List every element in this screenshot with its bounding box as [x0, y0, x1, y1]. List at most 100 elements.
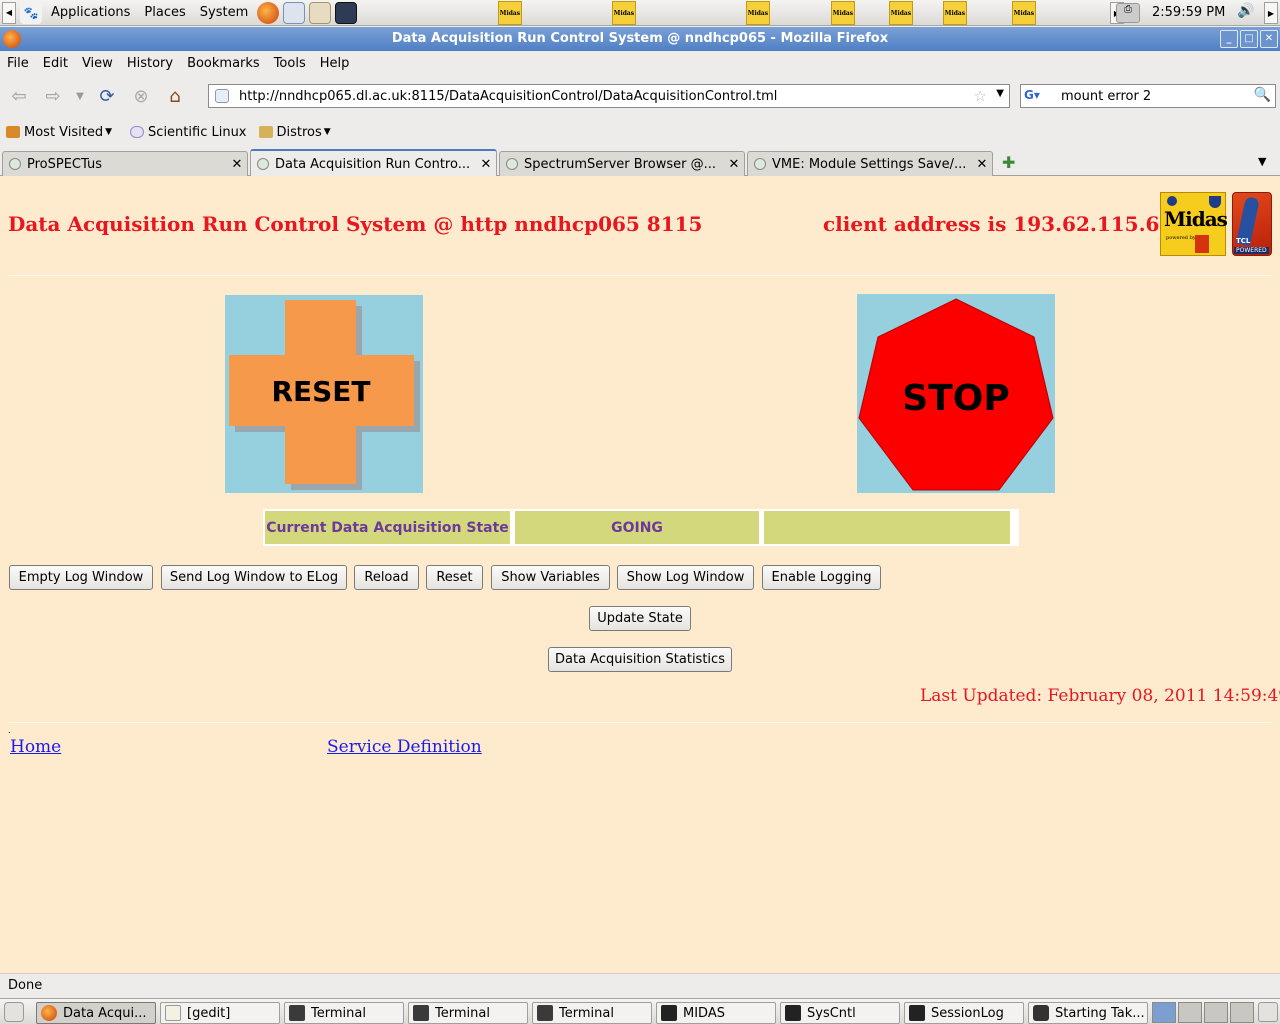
service-definition-link[interactable]: Service Definition [327, 737, 482, 757]
forward-icon[interactable]: ⇨ [38, 81, 68, 111]
menu-bar: File Edit View History Bookmarks Tools H… [0, 51, 1280, 75]
menu-edit[interactable]: Edit [36, 56, 75, 71]
search-bar[interactable]: G▾ mount error 2 🔍 [1020, 84, 1276, 108]
terminal-launcher-icon[interactable] [335, 1, 358, 24]
empty-log-window-button[interactable]: Empty Log Window [9, 565, 153, 590]
workspace-1[interactable] [1152, 1002, 1176, 1023]
stop-loading-icon[interactable]: ⊗ [126, 81, 156, 111]
system-menu[interactable]: System [193, 0, 255, 26]
url-dropdown-icon[interactable]: ▼ [996, 88, 1004, 99]
stop-image-button[interactable]: STOP [857, 294, 1055, 493]
bookmark-most-visited[interactable]: Most Visited ▼ [0, 125, 118, 140]
menu-history[interactable]: History [120, 56, 180, 71]
show-variables-button[interactable]: Show Variables [491, 565, 610, 590]
send-log-to-elog-button[interactable]: Send Log Window to ELog [161, 565, 347, 590]
show-desktop-icon[interactable] [4, 1002, 24, 1022]
midas-launcher-icon[interactable]: Midas [1012, 1, 1036, 25]
taskbar-item[interactable]: MIDAS [656, 1002, 776, 1024]
status-bar: Done [0, 973, 1280, 998]
menu-view[interactable]: View [75, 56, 120, 71]
search-icon[interactable]: 🔍 [1254, 87, 1271, 103]
home-icon[interactable]: ⌂ [160, 81, 190, 111]
printer-icon[interactable]: ⎙ [1116, 3, 1140, 23]
workspace-2[interactable] [1178, 1002, 1202, 1023]
midas-launcher-icon[interactable]: Midas [498, 1, 522, 25]
home-link[interactable]: Home [10, 737, 61, 757]
site-identity-icon[interactable] [215, 89, 229, 103]
show-log-window-button[interactable]: Show Log Window [617, 565, 754, 590]
close-tab-icon[interactable]: ✕ [724, 157, 744, 172]
reload-icon[interactable]: ⟳ [92, 81, 122, 111]
volume-icon[interactable]: 🔊 [1235, 3, 1257, 23]
taskbar-item[interactable]: SysCntl [780, 1002, 900, 1024]
trash-icon[interactable] [1258, 1002, 1278, 1022]
tab-list-dropdown-icon[interactable]: ▼ [1258, 155, 1266, 168]
close-tab-icon[interactable]: ✕ [972, 157, 992, 172]
menu-tools[interactable]: Tools [267, 56, 313, 71]
maximize-icon[interactable]: □ [1240, 30, 1258, 48]
window-titlebar[interactable]: Data Acquisition Run Control System @ nn… [0, 27, 1280, 51]
url-bar[interactable]: http://nndhcp065.dl.ac.uk:8115/DataAcqui… [208, 84, 1010, 108]
midas-launcher-icon[interactable]: Midas [943, 1, 967, 25]
tab-vme-module-settings[interactable]: VME: Module Settings Save/... ✕ [747, 151, 993, 176]
tab-favicon-icon [754, 158, 766, 170]
taskbar-item[interactable]: Terminal [532, 1002, 652, 1024]
menu-file[interactable]: File [0, 56, 36, 71]
terminal-icon [537, 1005, 553, 1021]
google-search-engine-icon[interactable]: G▾ [1024, 88, 1056, 104]
search-input[interactable]: mount error 2 [1061, 89, 1151, 104]
midas-logo[interactable]: Midas powered by [1160, 192, 1228, 256]
stop-label: STOP [902, 378, 1009, 419]
firefox-launcher-icon[interactable] [257, 1, 280, 24]
bookmark-star-icon[interactable]: ☆ [974, 87, 987, 105]
taskbar-item[interactable]: SessionLog [904, 1002, 1024, 1024]
enable-logging-button[interactable]: Enable Logging [762, 565, 881, 590]
close-tab-icon[interactable]: ✕ [476, 157, 496, 172]
tab-strip: ProSPECTus ✕ Data Acquisition Run Contro… [0, 149, 1280, 177]
tcl-powered-logo[interactable]: TCL POWERED [1232, 192, 1272, 256]
midas-launcher-icon[interactable]: Midas [831, 1, 855, 25]
midas-launcher-icon[interactable]: Midas [746, 1, 770, 25]
tab-spectrumserver[interactable]: SpectrumServer Browser @... ✕ [499, 151, 745, 176]
taskbar-item[interactable]: Data Acqui... [36, 1002, 156, 1024]
close-tab-icon[interactable]: ✕ [227, 157, 247, 172]
data-acquisition-statistics-button[interactable]: Data Acquisition Statistics [548, 647, 732, 672]
bookmark-distros[interactable]: Distros ▼ [253, 125, 337, 140]
clock[interactable]: 2:59:59 PM [1152, 0, 1225, 26]
panel-right-arrow-icon[interactable]: ▶ [1264, 2, 1278, 24]
reset-button[interactable]: Reset [426, 565, 483, 590]
menu-help[interactable]: Help [313, 56, 357, 71]
update-state-button[interactable]: Update State [589, 606, 691, 631]
firefox-window-icon[interactable] [3, 30, 21, 48]
midas-launcher-icon[interactable]: Midas [889, 1, 913, 25]
back-icon[interactable]: ⇦ [4, 81, 34, 111]
midas-launcher-icon[interactable]: Midas [612, 1, 636, 25]
taskbar-item[interactable]: Starting Tak... [1028, 1002, 1148, 1024]
applications-menu[interactable]: Applications [44, 0, 137, 26]
menu-bookmarks[interactable]: Bookmarks [180, 56, 267, 71]
url-text[interactable]: http://nndhcp065.dl.ac.uk:8115/DataAcqui… [239, 89, 777, 104]
reload-button[interactable]: Reload [354, 565, 419, 590]
history-dropdown-icon[interactable]: ▼ [72, 81, 88, 111]
taskbar-item[interactable]: [gedit] [160, 1002, 280, 1024]
bookmark-scientific-linux[interactable]: Scientific Linux [124, 125, 252, 140]
notes-launcher-icon[interactable] [309, 1, 332, 24]
taskbar-item[interactable]: Terminal [408, 1002, 528, 1024]
places-menu[interactable]: Places [137, 0, 192, 26]
state-value: GOING [515, 511, 759, 544]
taskbar-item[interactable]: Terminal [284, 1002, 404, 1024]
stop-sign-icon: STOP [858, 298, 1054, 491]
page-content: Data Acquisition Run Control System @ ht… [0, 176, 1280, 973]
close-window-icon[interactable]: ✕ [1260, 30, 1278, 48]
reset-image-button[interactable]: RESET [225, 295, 423, 493]
minimize-icon[interactable]: _ [1220, 30, 1238, 48]
workspace-3[interactable] [1204, 1002, 1228, 1023]
panel-left-arrow-icon[interactable]: ◀ [2, 1, 16, 24]
tcl-logo-text: TCL [1236, 237, 1251, 245]
workspace-4[interactable] [1230, 1002, 1254, 1023]
evolution-launcher-icon[interactable] [283, 1, 306, 24]
tab-data-acquisition[interactable]: Data Acquisition Run Contro... ✕ [250, 149, 497, 177]
window-title: Data Acquisition Run Control System @ nn… [391, 31, 889, 46]
tab-prospectus[interactable]: ProSPECTus ✕ [2, 151, 248, 176]
new-tab-icon[interactable]: ✚ [1002, 153, 1015, 172]
